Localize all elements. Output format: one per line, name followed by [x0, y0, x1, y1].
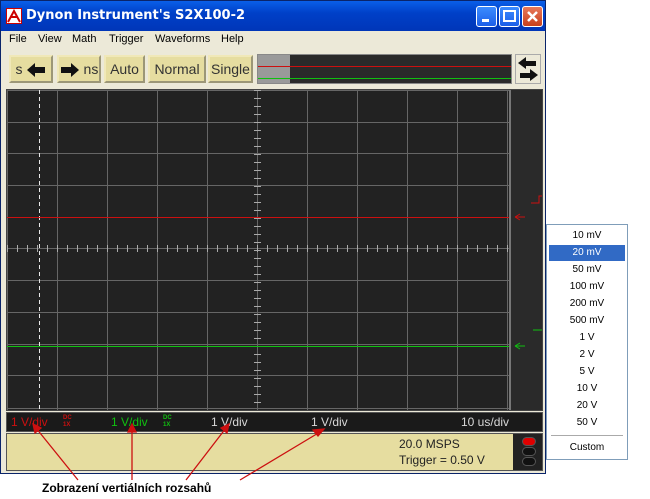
annotation-arrows — [32, 422, 326, 481]
caption: Zobrazení vertiálních rozsahů — [42, 481, 212, 495]
annotation-arrow-ch1 — [35, 427, 79, 481]
annotation-arrow-ch4 — [239, 431, 321, 481]
annotation-arrow-ch3 — [185, 427, 227, 481]
